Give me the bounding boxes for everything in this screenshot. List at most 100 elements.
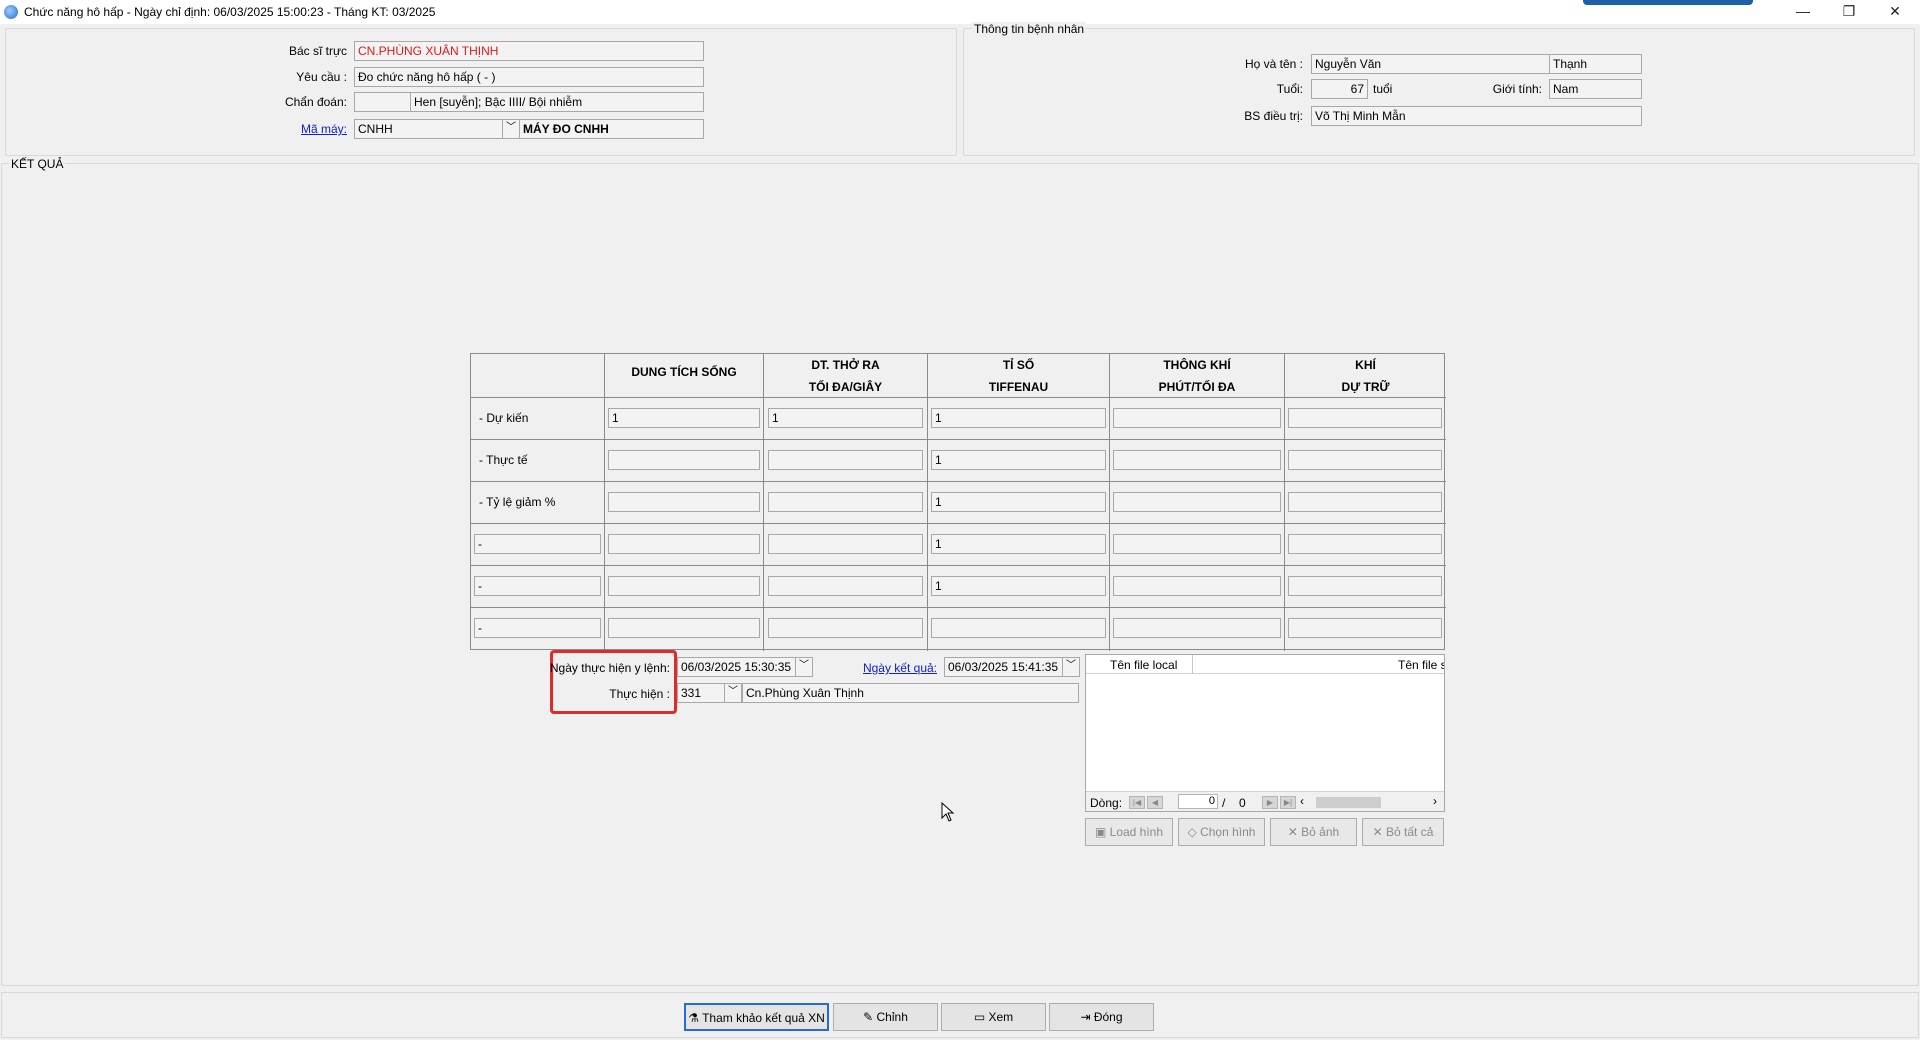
chevron-down-icon[interactable]: ﹀ bbox=[502, 120, 519, 138]
load-image-label: Load hình bbox=[1109, 825, 1164, 839]
machine-name-field: MÁY ĐO CNHH bbox=[519, 119, 704, 139]
chevron-down-icon[interactable]: ﹀ bbox=[1062, 658, 1079, 676]
remove-all-button[interactable]: ✕ Bỏ tất cả bbox=[1362, 818, 1444, 846]
result-cell[interactable]: 1 bbox=[931, 492, 1106, 512]
machine-code-select[interactable]: CNHH ﹀ bbox=[354, 119, 520, 139]
row-label-field[interactable]: - bbox=[474, 618, 601, 638]
result-cell[interactable]: 1 bbox=[931, 408, 1106, 428]
result-cell[interactable] bbox=[768, 492, 923, 512]
column-header-server-file[interactable]: Tên file se bbox=[1398, 658, 1444, 672]
column-header: TỈ SỐ TIFFENAU bbox=[928, 354, 1109, 397]
page-separator: / bbox=[1222, 796, 1226, 810]
restore-icon[interactable]: ❐ bbox=[1826, 0, 1872, 22]
column-header: DUNG TÍCH SỐNG bbox=[605, 354, 763, 397]
result-date-value: 06/03/2025 15:41:35 bbox=[948, 660, 1059, 674]
result-cell[interactable] bbox=[608, 618, 760, 638]
request-label: Yêu cầu : bbox=[296, 70, 347, 84]
result-cell[interactable] bbox=[1113, 408, 1281, 428]
result-cell[interactable] bbox=[1288, 618, 1442, 638]
row-label-field[interactable]: - bbox=[474, 576, 601, 596]
result-cell[interactable] bbox=[931, 618, 1106, 638]
age-field: 67 bbox=[1311, 79, 1368, 99]
result-cell[interactable]: 1 bbox=[931, 534, 1106, 554]
result-cell[interactable] bbox=[1288, 492, 1442, 512]
diagnosis-field[interactable]: Hen [suyễn]; Bậc IIII/ Bội nhiễm bbox=[410, 92, 704, 112]
result-cell[interactable] bbox=[1113, 492, 1281, 512]
doctor-field[interactable]: CN.PHÙNG XUÂN THỊNH bbox=[354, 41, 704, 61]
image-icon: ▣ bbox=[1094, 825, 1110, 839]
page-input[interactable]: 0 bbox=[1178, 794, 1218, 809]
result-cell[interactable] bbox=[608, 576, 760, 596]
doctor-label: Bác sĩ trực bbox=[288, 44, 347, 58]
choose-image-label: Chọn hình bbox=[1200, 825, 1256, 839]
result-cell[interactable] bbox=[608, 492, 760, 512]
column-header-line1: THÔNG KHÍ bbox=[1163, 358, 1231, 372]
chevron-down-icon[interactable]: ﹀ bbox=[724, 684, 741, 702]
result-cell[interactable] bbox=[1113, 450, 1281, 470]
patient-name-field-2: Thạnh bbox=[1549, 54, 1642, 74]
column-divider bbox=[1192, 655, 1193, 674]
result-cell[interactable] bbox=[1288, 450, 1442, 470]
next-page-icon[interactable]: ▶ bbox=[1262, 796, 1278, 809]
column-header-local-file[interactable]: Tên file local bbox=[1110, 658, 1177, 672]
result-cell[interactable] bbox=[768, 450, 923, 470]
table-divider bbox=[471, 481, 1446, 482]
scroll-left-icon[interactable]: ‹ bbox=[1300, 794, 1304, 808]
close-button[interactable]: ⇥ Đóng bbox=[1049, 1003, 1154, 1031]
result-date-picker[interactable]: 06/03/2025 15:41:35 ﹀ bbox=[944, 657, 1080, 677]
chevron-down-icon[interactable]: ﹀ bbox=[795, 658, 812, 676]
machine-code-link[interactable]: Mã máy: bbox=[250, 122, 347, 136]
row-label: - Thực tế bbox=[479, 453, 528, 467]
prev-page-icon[interactable]: ◀ bbox=[1147, 796, 1163, 809]
result-cell[interactable] bbox=[1113, 534, 1281, 554]
result-cell[interactable] bbox=[1113, 576, 1281, 596]
performer-code-select[interactable]: 331 ﹀ bbox=[677, 683, 742, 703]
result-cell[interactable] bbox=[608, 450, 760, 470]
remove-image-label: Bỏ ảnh bbox=[1301, 825, 1340, 839]
window-title: Chức năng hô hấp - Ngày chỉ định: 06/03/… bbox=[24, 5, 436, 19]
result-cell[interactable] bbox=[768, 618, 923, 638]
close-icon[interactable]: ✕ bbox=[1872, 0, 1918, 22]
choose-image-button[interactable]: ◇ Chọn hình bbox=[1178, 818, 1265, 846]
result-cell[interactable] bbox=[1288, 408, 1442, 428]
row-label-field[interactable]: - bbox=[474, 534, 601, 554]
result-cell[interactable] bbox=[768, 576, 923, 596]
file-list-panel[interactable]: Tên file local Tên file se Dòng: |◀ ◀ 0 … bbox=[1085, 654, 1445, 812]
minimize-icon[interactable]: — bbox=[1780, 0, 1826, 22]
result-cell[interactable] bbox=[768, 534, 923, 554]
horizontal-scrollbar[interactable] bbox=[1316, 797, 1381, 808]
result-cell[interactable]: 1 bbox=[931, 450, 1106, 470]
column-header-line2: PHÚT/TỐI ĐA bbox=[1158, 380, 1236, 394]
result-cell[interactable] bbox=[1288, 576, 1442, 596]
result-cell[interactable]: 1 bbox=[768, 408, 923, 428]
result-cell[interactable] bbox=[608, 534, 760, 554]
result-cell[interactable] bbox=[1113, 618, 1281, 638]
remove-image-button[interactable]: ✕ Bỏ ảnh bbox=[1270, 818, 1357, 846]
scroll-right-icon[interactable]: › bbox=[1433, 794, 1437, 808]
result-cell[interactable]: 1 bbox=[608, 408, 760, 428]
edit-icon: ✎ bbox=[863, 1010, 877, 1024]
result-cell[interactable] bbox=[1288, 534, 1442, 554]
monitor-icon: ▭ bbox=[973, 1010, 989, 1024]
last-page-icon[interactable]: ▶| bbox=[1280, 796, 1296, 809]
result-cell[interactable]: 1 bbox=[931, 576, 1106, 596]
view-button[interactable]: ▭ Xem bbox=[941, 1003, 1046, 1031]
first-page-icon[interactable]: |◀ bbox=[1129, 796, 1145, 809]
column-header-line1: KHÍ bbox=[1355, 358, 1376, 372]
result-group-title: KẾT QUẢ bbox=[9, 157, 66, 171]
table-divider bbox=[471, 607, 1446, 608]
row-label: - Dự kiến bbox=[479, 411, 529, 425]
edit-button[interactable]: ✎ Chỉnh bbox=[833, 1003, 938, 1031]
reference-results-label: Tham khảo kết quả XN bbox=[702, 1011, 825, 1025]
result-date-link[interactable]: Ngày kết quả: bbox=[850, 661, 937, 675]
performer-code-value: 331 bbox=[681, 686, 702, 700]
reference-results-button[interactable]: ⚗ Tham khảo kết quả XN bbox=[684, 1003, 829, 1031]
taskbar-accent bbox=[1583, 0, 1753, 5]
load-image-button[interactable]: ▣ Load hình bbox=[1085, 818, 1173, 846]
highlight-box bbox=[550, 650, 677, 714]
request-field[interactable]: Đo chức năng hô hấp ( - ) bbox=[354, 67, 704, 87]
close-label: Đóng bbox=[1093, 1010, 1123, 1024]
order-date-picker[interactable]: 06/03/2025 15:30:35 ﹀ bbox=[677, 657, 813, 677]
column-header-line2: TỐI ĐA/GIÂY bbox=[808, 380, 883, 394]
diagnosis-code-field[interactable] bbox=[354, 92, 411, 112]
